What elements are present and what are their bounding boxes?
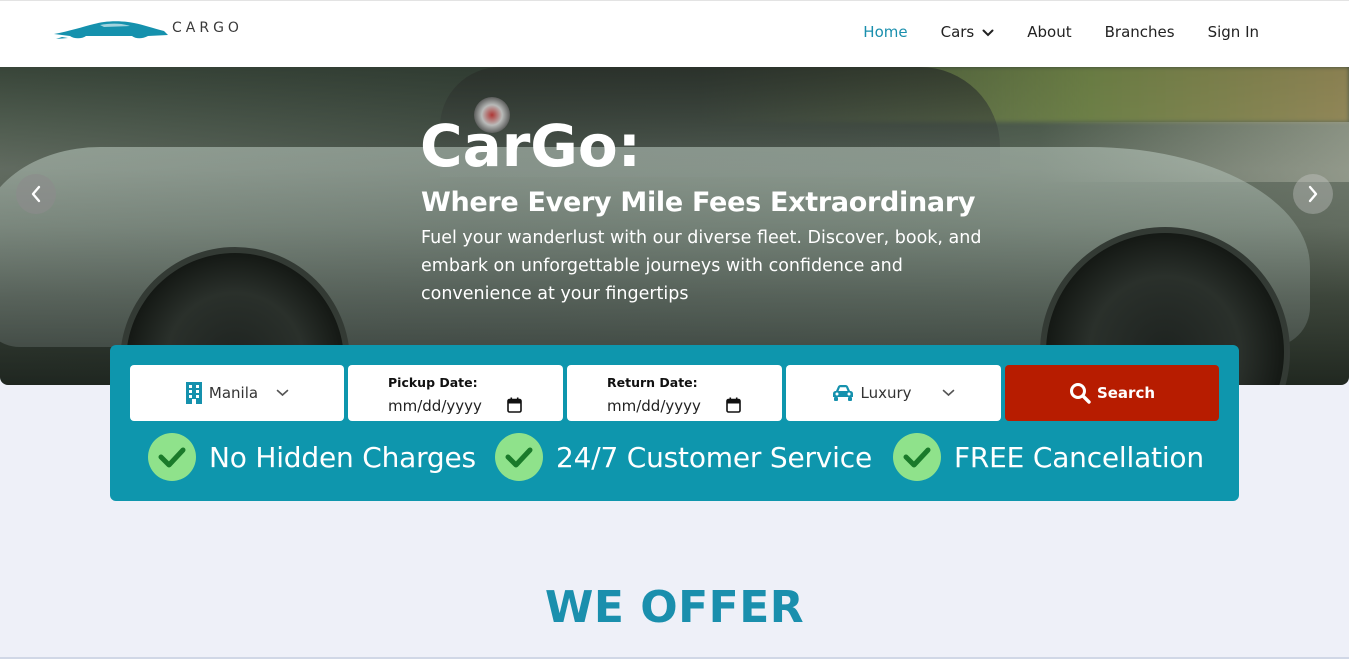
- hero-carousel: CarGo: Where Every Mile Fees Extraordina…: [0, 67, 1349, 385]
- brand-logo[interactable]: CARGO: [52, 17, 243, 41]
- nav-cars-label: Cars: [940, 23, 975, 41]
- location-select[interactable]: Manila: [130, 365, 344, 421]
- return-date-input[interactable]: mm/dd/yyyy: [607, 397, 701, 415]
- carousel-next-button[interactable]: [1293, 174, 1333, 214]
- main-nav: Home Cars About Branches Sign In: [830, 23, 1259, 41]
- calendar-icon[interactable]: [726, 397, 741, 418]
- car-silhouette-icon: [54, 21, 168, 39]
- search-button-label: Search: [1096, 384, 1156, 402]
- chevron-left-icon: [31, 185, 41, 203]
- section-title-we-offer: WE OFFER: [544, 582, 805, 633]
- car-type-value: Luxury: [860, 384, 912, 402]
- feature-label: FREE Cancellation: [954, 440, 1204, 474]
- car-type-select[interactable]: Luxury: [786, 365, 1001, 421]
- navbar: CARGO Home Cars About Branches Sign In: [0, 0, 1349, 67]
- hero-description: Fuel your wanderlust with our diverse fl…: [421, 228, 982, 304]
- hero-subtitle: Where Every Mile Fees Extraordinary: [421, 187, 976, 218]
- building-icon: [185, 382, 202, 404]
- pickup-date-input[interactable]: mm/dd/yyyy: [388, 397, 482, 415]
- nav-home-label: Home: [863, 23, 908, 41]
- location-value: Manila: [208, 384, 259, 402]
- feature-no-hidden-charges: No Hidden Charges: [148, 433, 476, 481]
- chevron-down-icon: [982, 23, 994, 41]
- feature-customer-service: 24/7 Customer Service: [495, 433, 872, 481]
- car-icon: [833, 385, 854, 401]
- nav-branches[interactable]: Branches: [1105, 23, 1175, 41]
- pickup-date-label: Pickup Date:: [388, 375, 478, 390]
- check-circle-icon: [148, 433, 196, 481]
- nav-sign-in[interactable]: Sign In: [1208, 23, 1259, 41]
- nav-about[interactable]: About: [1027, 23, 1071, 41]
- booking-search-panel: Manila Pickup Date: mm/dd/yyyy Return Da…: [110, 345, 1239, 501]
- chevron-right-icon: [1308, 185, 1318, 203]
- nav-branches-label: Branches: [1104, 23, 1175, 41]
- chevron-down-icon: [276, 384, 289, 402]
- hero-title: CarGo:: [420, 112, 641, 180]
- chevron-down-icon: [942, 384, 955, 402]
- feature-label: 24/7 Customer Service: [556, 440, 872, 474]
- nav-sign-in-label: Sign In: [1207, 23, 1259, 41]
- logo-wordmark: CARGO: [172, 20, 243, 36]
- pickup-date-field[interactable]: Pickup Date: mm/dd/yyyy: [348, 365, 563, 421]
- nav-about-label: About: [1027, 23, 1072, 41]
- search-button[interactable]: Search: [1005, 365, 1219, 421]
- check-circle-icon: [495, 433, 543, 481]
- return-date-field[interactable]: Return Date: mm/dd/yyyy: [567, 365, 782, 421]
- check-circle-icon: [893, 433, 941, 481]
- return-date-label: Return Date:: [607, 375, 698, 390]
- feature-label: No Hidden Charges: [209, 440, 476, 474]
- nav-home[interactable]: Home: [863, 23, 907, 41]
- calendar-icon[interactable]: [507, 397, 522, 418]
- feature-free-cancellation: FREE Cancellation: [893, 433, 1204, 481]
- search-icon: [1069, 383, 1091, 404]
- nav-cars[interactable]: Cars: [941, 23, 995, 41]
- carousel-prev-button[interactable]: [16, 174, 56, 214]
